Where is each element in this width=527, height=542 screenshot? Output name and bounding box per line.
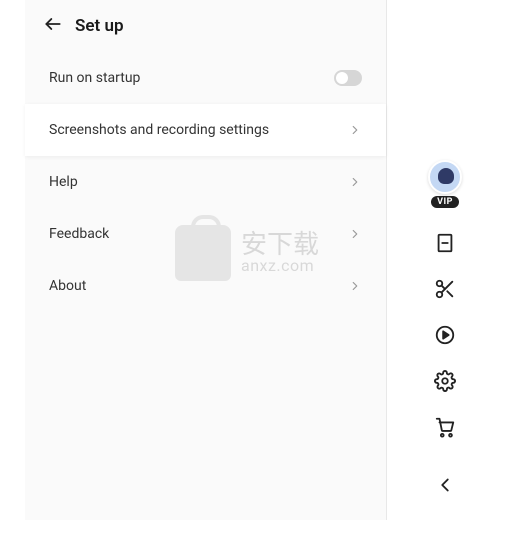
toggle-run-on-startup[interactable]	[334, 70, 362, 86]
right-sidebar: VIP	[421, 160, 469, 496]
collapse-left-icon[interactable]	[434, 474, 456, 496]
page-title: Set up	[75, 16, 124, 36]
vip-badge: VIP	[431, 196, 459, 208]
back-icon[interactable]	[43, 14, 63, 38]
row-screenshots-recording[interactable]: Screenshots and recording settings	[25, 104, 386, 156]
row-label: Screenshots and recording settings	[49, 122, 348, 138]
row-label: Run on startup	[49, 70, 334, 86]
chevron-right-icon	[348, 279, 362, 293]
user-avatar[interactable]	[428, 160, 462, 194]
row-about[interactable]: About	[25, 260, 386, 312]
chevron-right-icon	[348, 175, 362, 189]
avatar-block[interactable]: VIP	[428, 160, 462, 208]
row-feedback[interactable]: Feedback	[25, 208, 386, 260]
cart-icon[interactable]	[434, 416, 456, 438]
gear-icon[interactable]	[434, 370, 456, 392]
settings-panel: Set up Run on startup Screenshots and re…	[25, 0, 387, 520]
chevron-right-icon	[348, 123, 362, 137]
row-label: Feedback	[49, 226, 348, 242]
row-run-on-startup[interactable]: Run on startup	[25, 52, 386, 104]
chevron-right-icon	[348, 227, 362, 241]
scissors-icon[interactable]	[434, 278, 456, 300]
row-label: Help	[49, 174, 348, 190]
row-label: About	[49, 278, 348, 294]
header: Set up	[25, 0, 386, 52]
document-icon[interactable]	[434, 232, 456, 254]
play-circle-icon[interactable]	[434, 324, 456, 346]
row-help[interactable]: Help	[25, 156, 386, 208]
